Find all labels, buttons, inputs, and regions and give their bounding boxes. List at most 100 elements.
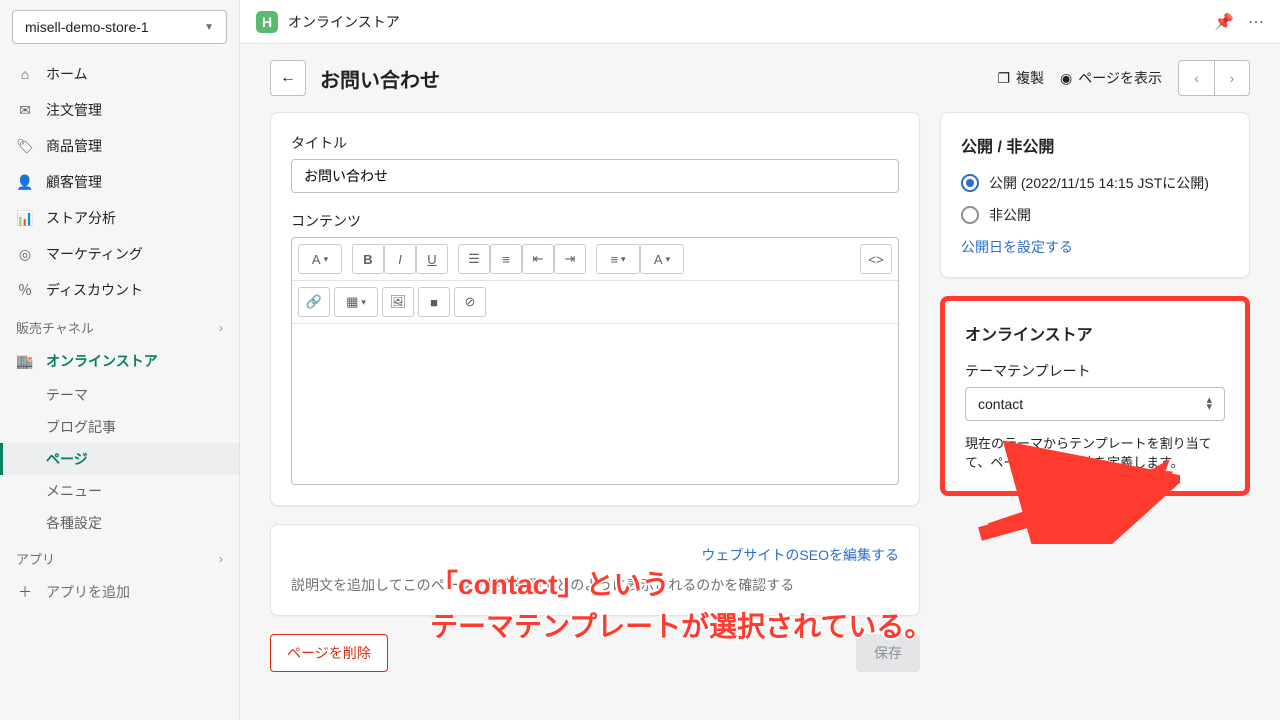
rte-outdent[interactable]: ⇤	[522, 244, 554, 274]
content-area: ← お問い合わせ ❐複製 ◉ページを表示 ‹ › タイトル コンテンツ	[240, 44, 1280, 720]
select-updown-icon: ▴▾	[1206, 397, 1212, 411]
back-button[interactable]: ←	[270, 60, 306, 96]
subnav-theme[interactable]: テーマ	[0, 379, 239, 411]
chevron-right-icon[interactable]: ›	[219, 321, 223, 335]
seo-description: 説明文を追加してこのページが検索結果でどのように表示されるのかを確認する	[291, 575, 899, 595]
nav-orders[interactable]: ✉ 注文管理	[0, 92, 239, 128]
visibility-private-label: 非公開	[989, 205, 1031, 225]
highlighted-template-card: オンラインストア テーマテンプレート contact ▴▾ 現在のテーマからテン…	[940, 296, 1250, 496]
rte-video[interactable]: ■	[418, 287, 450, 317]
subnav-blog[interactable]: ブログ記事	[0, 411, 239, 443]
nav-label: 注文管理	[46, 100, 102, 120]
rte-italic[interactable]: I	[384, 244, 416, 274]
clear-format-icon: ⊘	[465, 294, 476, 310]
chevron-left-icon: ‹	[1194, 70, 1199, 86]
nav-label: アプリを追加	[46, 582, 130, 602]
sidebar: misell-demo-store-1 ▼ ⌂ホーム ✉ 注文管理 🏷商品管理 👤…	[0, 0, 240, 720]
delete-page-button[interactable]: ページを削除	[270, 634, 388, 672]
store-icon: 🏬	[16, 352, 34, 370]
nav-products[interactable]: 🏷商品管理	[0, 128, 239, 164]
topbar-title: オンラインストア	[288, 12, 400, 32]
rte-link[interactable]: 🔗	[298, 287, 330, 317]
visibility-public-option[interactable]: 公開 (2022/11/15 14:15 JSTに公開)	[961, 173, 1229, 193]
chart-icon: 📊	[16, 209, 34, 227]
chevron-right-icon[interactable]: ›	[219, 552, 223, 566]
duplicate-button[interactable]: ❐複製	[997, 68, 1044, 88]
rte-align[interactable]: ≡▾	[596, 244, 640, 274]
arrow-left-icon: ←	[280, 69, 296, 87]
link-icon: 🔗	[306, 294, 322, 310]
view-page-button[interactable]: ◉ ページを表示	[1060, 68, 1162, 88]
next-page-button[interactable]: ›	[1214, 60, 1250, 96]
rich-text-editor: A ▾ B I U ☰ ≡ ⇤ ⇥	[291, 237, 899, 485]
set-publish-date-link[interactable]: 公開日を設定する	[961, 239, 1073, 255]
subnav-menu[interactable]: メニュー	[0, 475, 239, 507]
save-button[interactable]: 保存	[856, 634, 920, 672]
inbox-icon: ✉	[16, 101, 34, 119]
more-icon[interactable]: ⋯	[1248, 12, 1264, 32]
rte-indent[interactable]: ⇥	[554, 244, 586, 274]
chevron-right-icon: ›	[1230, 70, 1235, 86]
rte-style-label: A	[312, 252, 321, 267]
rte-color[interactable]: A▾	[640, 244, 684, 274]
footer-actions: ページを削除 保存	[270, 634, 920, 672]
rte-toolbar-row2: 🔗 ▦▾ 🖼 ■ ⊘	[292, 281, 898, 324]
page-header: ← お問い合わせ ❐複製 ◉ ページを表示 ‹ ›	[270, 60, 1250, 96]
store-selector[interactable]: misell-demo-store-1 ▼	[12, 10, 227, 44]
eye-icon: ◉	[1060, 70, 1072, 87]
nav-add-app[interactable]: ＋ アプリを追加	[0, 574, 239, 610]
pin-icon[interactable]: 📌	[1214, 12, 1234, 32]
title-content-card: タイトル コンテンツ A ▾ B I U	[270, 112, 920, 506]
nav-marketing[interactable]: ◎マーケティング	[0, 236, 239, 272]
home-icon: ⌂	[16, 65, 34, 83]
rte-toolbar: A ▾ B I U ☰ ≡ ⇤ ⇥	[292, 238, 898, 281]
list-ol-icon: ≡	[502, 252, 510, 267]
rte-table[interactable]: ▦▾	[334, 287, 378, 317]
rte-clear[interactable]: ⊘	[454, 287, 486, 317]
rte-bold[interactable]: B	[352, 244, 384, 274]
nav-discounts[interactable]: ％ ディスカウント	[0, 272, 239, 308]
table-icon: ▦	[346, 294, 358, 310]
page-title: お問い合わせ	[320, 64, 440, 93]
nav-customers[interactable]: 👤顧客管理	[0, 164, 239, 200]
nav-label: マーケティング	[46, 244, 143, 264]
template-label: テーマテンプレート	[965, 361, 1225, 381]
nav-label: 商品管理	[46, 136, 102, 156]
store-name: misell-demo-store-1	[25, 19, 149, 35]
rte-ul[interactable]: ☰	[458, 244, 490, 274]
rte-paragraph-style[interactable]: A ▾	[298, 244, 342, 274]
title-input[interactable]	[291, 159, 899, 193]
subnav-pages[interactable]: ページ	[0, 443, 239, 475]
percent-icon: ％	[16, 281, 34, 299]
rte-image[interactable]: 🖼	[382, 287, 414, 317]
nav-analytics[interactable]: 📊 ストア分析	[0, 200, 239, 236]
rte-body[interactable]	[292, 324, 898, 484]
visibility-private-option[interactable]: 非公開	[961, 205, 1229, 225]
content-label: コンテンツ	[291, 211, 899, 231]
nav-label: ストア分析	[46, 208, 116, 228]
topbar: H オンラインストア 📌 ⋯	[240, 0, 1280, 44]
template-select[interactable]: contact ▴▾	[965, 387, 1225, 421]
app-logo-icon: H	[256, 11, 278, 33]
nav-label: オンラインストア	[46, 351, 158, 371]
nav-home[interactable]: ⌂ホーム	[0, 56, 239, 92]
rte-html[interactable]: <>	[860, 244, 892, 274]
seo-edit-link[interactable]: ウェブサイトのSEOを編集する	[701, 545, 899, 565]
visibility-public-label: 公開 (2022/11/15 14:15 JSTに公開)	[989, 173, 1209, 193]
nav-label: ディスカウント	[46, 280, 143, 300]
copy-icon: ❐	[997, 70, 1010, 87]
video-icon: ■	[430, 295, 438, 310]
image-icon: 🖼	[390, 294, 407, 310]
nav-online-store[interactable]: 🏬 オンラインストア	[0, 343, 239, 379]
subnav-settings[interactable]: 各種設定	[0, 507, 239, 539]
visibility-card: 公開 / 非公開 公開 (2022/11/15 14:15 JSTに公開) 非公…	[940, 112, 1250, 278]
rte-underline[interactable]: U	[416, 244, 448, 274]
section-label: アプリ	[16, 549, 55, 568]
main: H オンラインストア 📌 ⋯ ← お問い合わせ ❐複製 ◉ページを表示 ‹ › …	[240, 0, 1280, 720]
plus-icon: ＋	[16, 583, 34, 601]
visibility-title: 公開 / 非公開	[961, 133, 1229, 157]
action-label: ページを表示	[1078, 68, 1162, 88]
rte-ol[interactable]: ≡	[490, 244, 522, 274]
align-icon: ≡	[610, 252, 618, 267]
prev-page-button[interactable]: ‹	[1178, 60, 1214, 96]
